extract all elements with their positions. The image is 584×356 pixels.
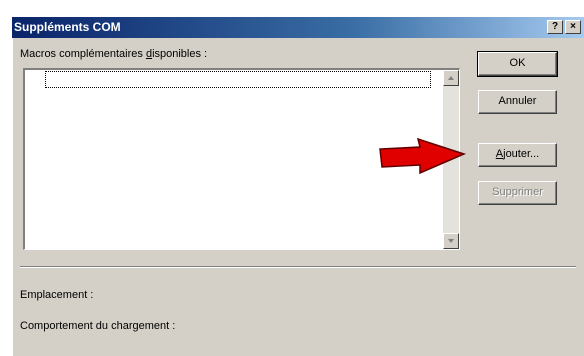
- help-button[interactable]: ?: [547, 20, 563, 34]
- scroll-up-button[interactable]: [443, 70, 459, 86]
- arrow-up-icon: [448, 76, 454, 80]
- close-button[interactable]: ×: [565, 20, 581, 34]
- location-label: Emplacement :: [20, 289, 94, 301]
- add-button[interactable]: Ajouter...: [478, 143, 557, 167]
- red-arrow-annotation-icon: [379, 137, 467, 175]
- list-focus-rect: [45, 71, 431, 88]
- cancel-button[interactable]: Annuler: [478, 90, 557, 114]
- com-addins-dialog: Suppléments COM ? × Macros complémentair…: [12, 17, 584, 356]
- arrow-down-icon: [448, 239, 454, 243]
- title-bar[interactable]: Suppléments COM ? ×: [12, 17, 584, 38]
- available-addins-label: Macros complémentaires disponibles :: [20, 48, 208, 60]
- scroll-down-button[interactable]: [443, 233, 459, 249]
- dialog-title: Suppléments COM: [14, 20, 121, 34]
- load-behavior-label: Comportement du chargement :: [20, 320, 176, 332]
- remove-button[interactable]: Supprimer: [478, 181, 557, 205]
- separator-highlight: [20, 267, 576, 268]
- ok-button[interactable]: OK: [477, 51, 558, 77]
